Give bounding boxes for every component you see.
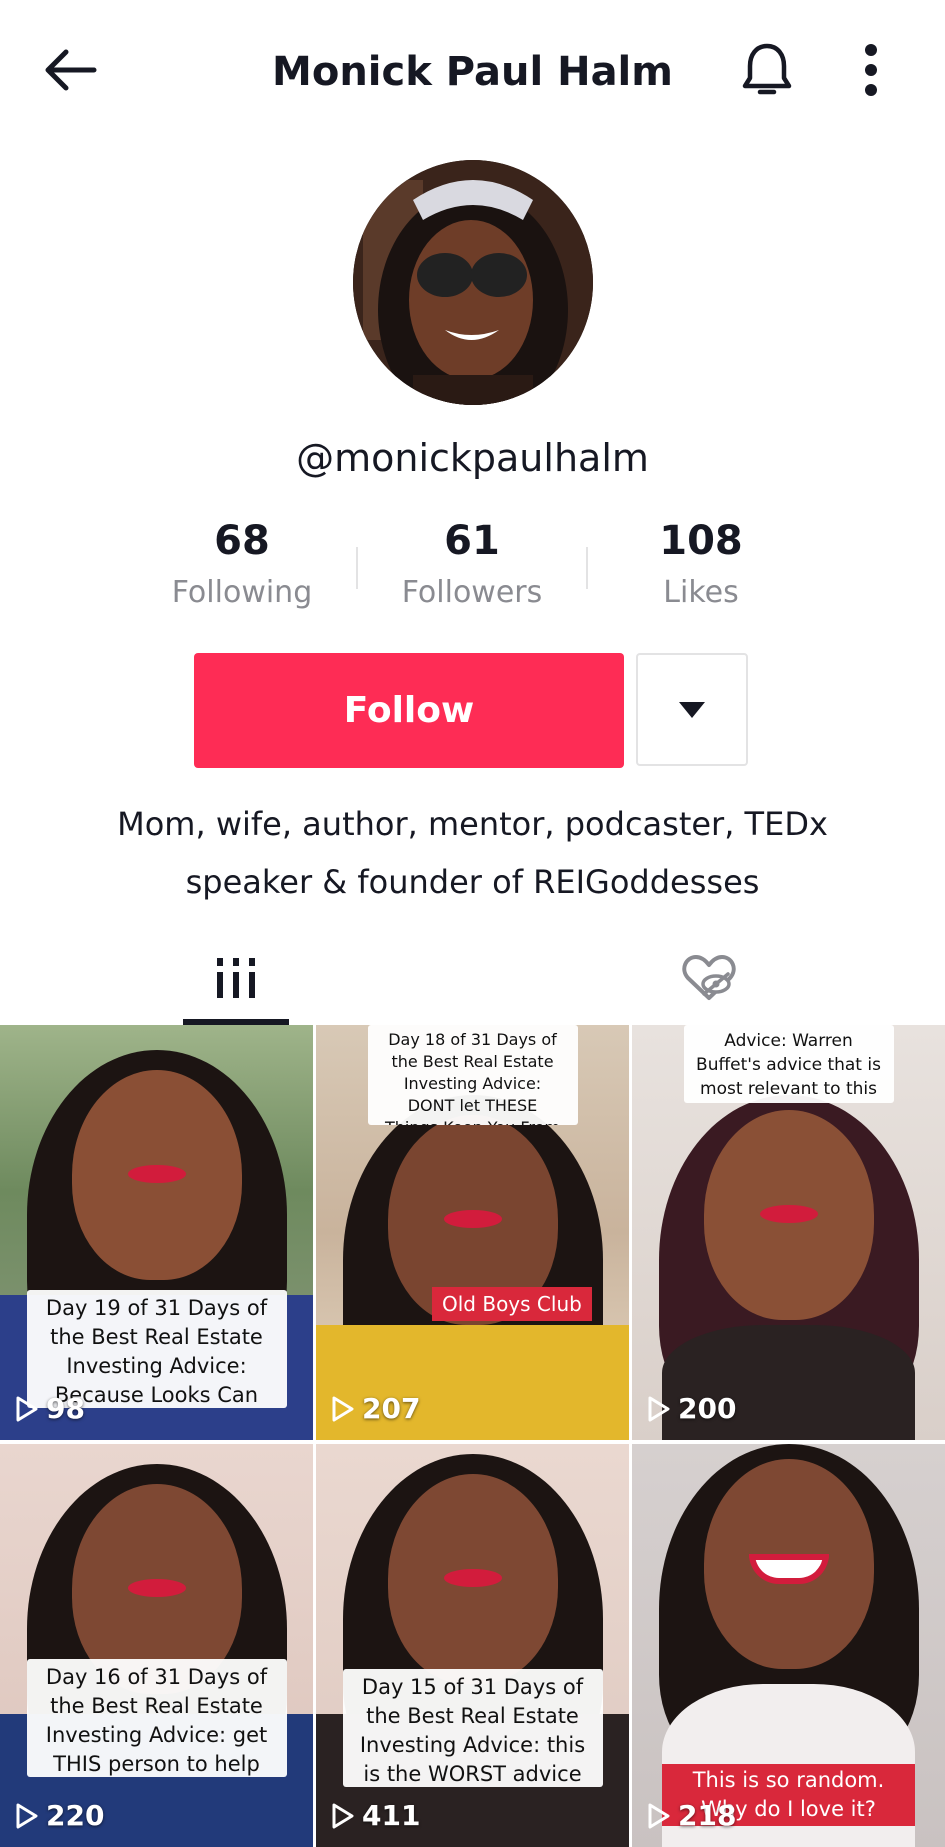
view-count: 220 (46, 1799, 105, 1832)
follow-button[interactable]: Follow (194, 653, 624, 768)
page-title: Monick Paul Halm (272, 49, 673, 95)
profile-stats: 68 Following 61 Followers 108 Likes (0, 515, 945, 625)
top-bar: Monick Paul Halm (0, 0, 945, 140)
heart-hidden-icon (681, 954, 736, 1000)
view-count: 98 (46, 1392, 85, 1425)
stat-following[interactable]: 68 Following (127, 515, 357, 615)
video-view-count: 98 (16, 1392, 85, 1426)
arrow-left-icon (45, 49, 97, 91)
thumbnail-lips (127, 1165, 186, 1183)
video-view-count: 200 (648, 1392, 736, 1426)
video-caption: Advice: Warren Buffet's advice that is m… (683, 1025, 894, 1103)
video-tile[interactable]: Day 18 of 31 Days of the Best Real Estat… (316, 1025, 629, 1440)
video-tile[interactable]: Day 15 of 31 Days of the Best Real Estat… (316, 1444, 629, 1847)
bio-line: speaker & founder of REIGoddesses (185, 863, 760, 901)
tab-videos[interactable] (0, 930, 472, 1025)
suggested-accounts-button[interactable] (636, 653, 748, 766)
play-icon (332, 1803, 354, 1829)
profile-bio: Mom, wife, author, mentor, podcaster, TE… (60, 795, 885, 911)
play-icon (16, 1396, 38, 1422)
video-tile[interactable]: Advice: Warren Buffet's advice that is m… (632, 1025, 945, 1440)
stat-divider (586, 547, 588, 589)
video-overlay-text: Old Boys Club (432, 1287, 592, 1321)
thumbnail-lips (759, 1205, 818, 1223)
profile-tabs (0, 930, 945, 1025)
video-tile[interactable]: This is so random. Why do I love it? 218 (632, 1444, 945, 1847)
notification-button[interactable] (727, 33, 807, 107)
play-icon (332, 1396, 354, 1422)
video-grid: Day 19 of 31 Days of the Best Real Estat… (0, 1025, 945, 1847)
avatar[interactable] (353, 160, 593, 405)
stat-followers-label: Followers (401, 575, 543, 610)
username-handle: @monickpaulhalm (296, 436, 649, 480)
play-icon (16, 1803, 38, 1829)
video-tile[interactable]: Day 19 of 31 Days of the Best Real Estat… (0, 1025, 313, 1440)
caret-down-icon (679, 701, 705, 718)
stat-likes-value: 108 (659, 518, 743, 564)
bell-icon (742, 43, 792, 95)
back-button[interactable] (30, 35, 110, 105)
play-icon (648, 1803, 670, 1829)
bio-line: Mom, wife, author, mentor, podcaster, TE… (117, 805, 828, 843)
video-caption: Day 19 of 31 Days of the Best Real Estat… (26, 1290, 287, 1408)
thumbnail-lips (443, 1210, 502, 1228)
video-view-count: 220 (16, 1799, 104, 1833)
more-options-button[interactable] (846, 33, 896, 107)
view-count: 200 (678, 1392, 737, 1425)
video-caption: Day 18 of 31 Days of the Best Real Estat… (367, 1025, 578, 1125)
play-icon (648, 1396, 670, 1422)
view-count: 207 (362, 1392, 421, 1425)
view-count: 218 (678, 1799, 737, 1832)
thumbnail-lips (127, 1579, 186, 1597)
video-view-count: 218 (648, 1799, 736, 1833)
view-count: 411 (362, 1799, 421, 1832)
video-view-count: 411 (332, 1799, 420, 1833)
stat-following-value: 68 (214, 518, 270, 564)
video-caption: Day 16 of 31 Days of the Best Real Estat… (26, 1659, 287, 1777)
more-vertical-icon (865, 44, 877, 96)
stat-likes-label: Likes (663, 575, 739, 610)
stat-likes: 108 Likes (586, 515, 816, 615)
stat-following-label: Following (171, 575, 313, 610)
thumbnail-lips (443, 1569, 502, 1587)
stat-followers-value: 61 (444, 518, 500, 564)
tab-liked[interactable] (472, 930, 945, 1025)
stat-followers[interactable]: 61 Followers (357, 515, 587, 615)
stat-divider (356, 547, 358, 589)
grid-bars-icon (217, 957, 255, 998)
avatar-photo (353, 160, 593, 405)
video-caption: Day 15 of 31 Days of the Best Real Estat… (342, 1669, 603, 1787)
video-view-count: 207 (332, 1392, 420, 1426)
video-tile[interactable]: Day 16 of 31 Days of the Best Real Estat… (0, 1444, 313, 1847)
